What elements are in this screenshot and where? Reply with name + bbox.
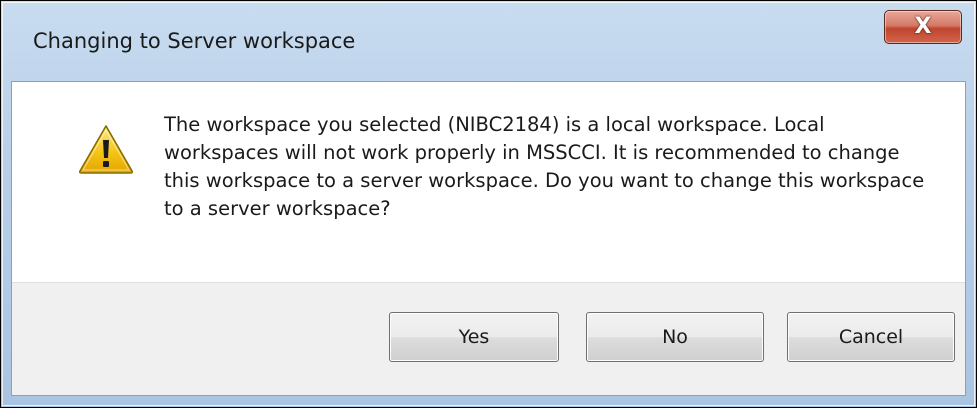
- yes-button[interactable]: Yes: [389, 312, 559, 362]
- dialog-window: Changing to Server workspace X The works…: [0, 0, 977, 408]
- dialog-message: The workspace you selected (NIBC2184) is…: [164, 113, 925, 220]
- dialog-title: Changing to Server workspace: [33, 29, 356, 53]
- title-bar[interactable]: Changing to Server workspace X: [1, 1, 976, 81]
- close-icon: X: [914, 14, 932, 39]
- close-button[interactable]: X: [884, 10, 962, 44]
- no-button[interactable]: No: [586, 312, 764, 362]
- warning-triangle-icon: [78, 125, 134, 174]
- message-area: The workspace you selected (NIBC2184) is…: [12, 82, 965, 283]
- cancel-button[interactable]: Cancel: [787, 312, 955, 362]
- dialog-body: The workspace you selected (NIBC2184) is…: [11, 81, 966, 396]
